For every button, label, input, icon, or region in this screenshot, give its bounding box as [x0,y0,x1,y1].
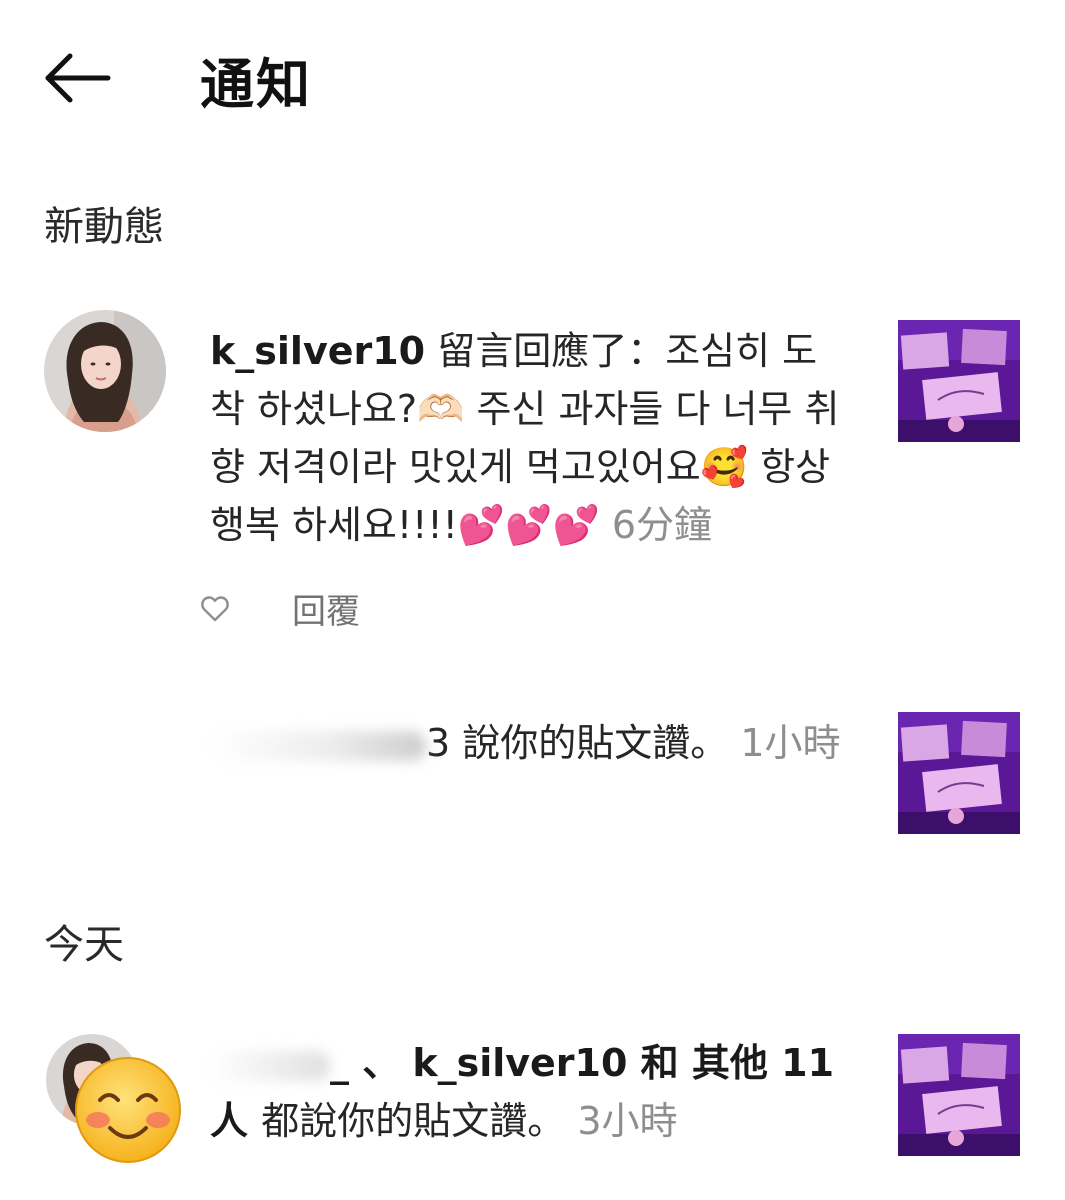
blurred-username [210,1050,330,1081]
blurred-username [210,730,426,761]
partial-username: _ 、 [330,1041,401,1085]
heart-outline-icon[interactable] [198,591,232,625]
page-title: 通知 [200,53,312,116]
timestamp: 1小時 [740,721,841,765]
section-label-today: 今天 [44,922,124,968]
reply-button[interactable]: 回覆 [292,584,360,633]
section-label-new: 新動態 [44,204,164,250]
partial-username: 3 [426,721,451,765]
smiling-face-icon [75,1057,181,1163]
notification-message: 都說你的貼文讚。 [261,1099,578,1143]
arrow-left-icon[interactable] [40,52,112,104]
avatar[interactable] [44,310,166,432]
timestamp: 3小時 [577,1099,678,1143]
post-thumbnail[interactable] [898,1034,1020,1156]
notification-grouped-likes[interactable]: _ 、 k_silver10 和 其他 11 人 都說你的貼文讚。 3小時 [210,1034,850,1150]
notification-comment-reply[interactable]: k_silver10 留言回應了：조심히 도착 하셨나요?🫶🏻 주신 과자들 다… [210,322,850,554]
notification-message: 說你的貼文讚。 [450,721,741,765]
post-thumbnail[interactable] [898,320,1020,442]
username[interactable]: k_silver10 [210,329,425,373]
username[interactable]: k_silver10 [412,1041,627,1085]
comment-actions: 回覆 [198,584,360,632]
notification-post-like[interactable]: 3 說你的貼文讚。 1小時 [210,714,850,772]
timestamp: 6分鐘 [611,503,713,547]
app-header: 通知 [0,0,1065,150]
post-thumbnail[interactable] [898,712,1020,834]
